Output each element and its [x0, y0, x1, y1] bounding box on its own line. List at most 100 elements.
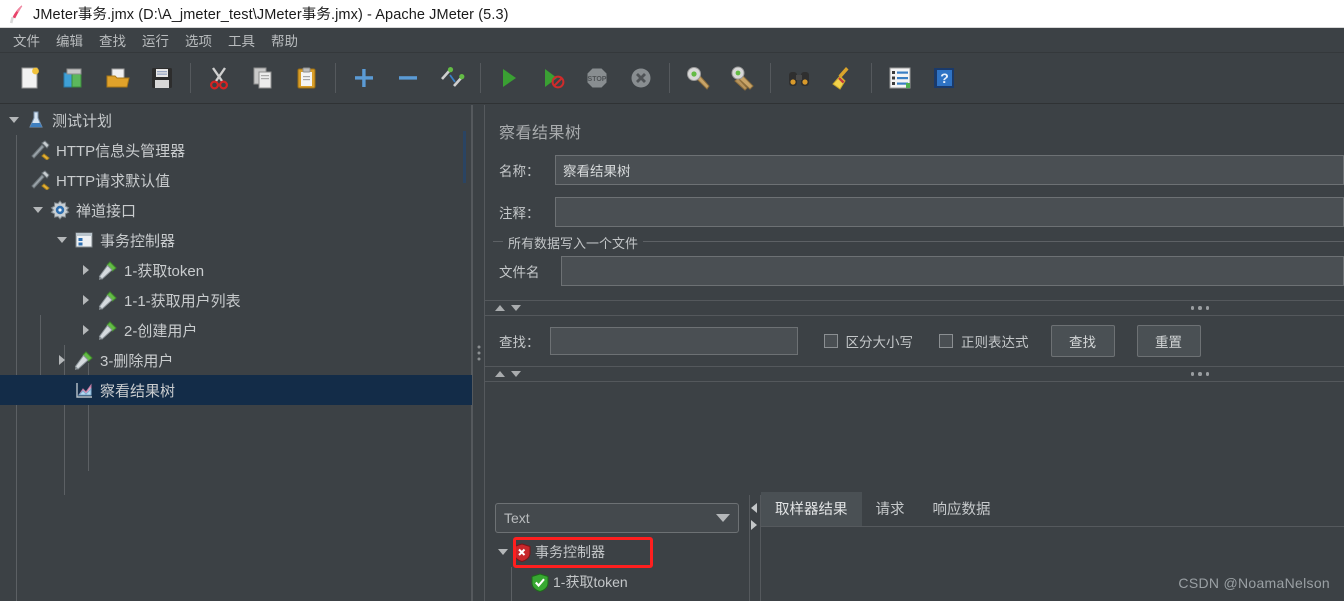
- svg-text:?: ?: [940, 70, 949, 86]
- comment-input[interactable]: [555, 197, 1344, 227]
- checkbox-box[interactable]: [823, 334, 838, 348]
- svg-text:STOP: STOP: [588, 76, 607, 83]
- tree-node-test-plan[interactable]: 测试计划: [0, 105, 472, 135]
- menu-tools[interactable]: 工具: [221, 28, 262, 52]
- toolbar-start[interactable]: [487, 57, 531, 99]
- tab-response-data[interactable]: 响应数据: [919, 492, 1005, 526]
- tab-sampler-result[interactable]: 取样器结果: [761, 492, 862, 526]
- tree-node-view-results-tree[interactable]: 察看结果树: [0, 375, 472, 405]
- jmeter-feather-icon: [8, 4, 25, 24]
- chevron-right-icon: [83, 325, 89, 335]
- filename-input[interactable]: [561, 256, 1344, 286]
- toolbar-clear-all[interactable]: [720, 57, 764, 99]
- transaction-controller-icon: [72, 229, 96, 251]
- toolbar-search-reset[interactable]: [821, 57, 865, 99]
- tree-toggle[interactable]: [52, 345, 72, 375]
- tree-toggle[interactable]: [4, 105, 24, 135]
- toolbar-function-helper[interactable]: [878, 57, 922, 99]
- results-rows: 事务控制器 1-获取token: [485, 537, 749, 601]
- chevron-down-icon[interactable]: [511, 305, 521, 311]
- toolbar-collapse-all[interactable]: [386, 57, 430, 99]
- result-row-sampler-1[interactable]: 1-获取token: [485, 567, 749, 597]
- test-plan-tree[interactable]: 测试计划 HTTP信息头管理器 HTTP请求默认值 禅道接口 事务控制器 1-获…: [0, 105, 472, 601]
- toolbar-copy[interactable]: [241, 57, 285, 99]
- tree-node-transaction-controller[interactable]: 事务控制器: [0, 225, 472, 255]
- comment-label: 注释：: [499, 206, 540, 221]
- search-bar: 查找： 区分大小写 正则表达式 查找 重置: [485, 316, 1344, 366]
- open-folder-icon: [105, 65, 131, 91]
- toolbar-templates[interactable]: [52, 57, 96, 99]
- chevron-down-icon[interactable]: [511, 371, 521, 377]
- tree-node-label: 1-1-获取用户列表: [124, 292, 241, 310]
- tree-node-header-manager[interactable]: HTTP信息头管理器: [0, 135, 472, 165]
- chevron-left-icon[interactable]: [751, 503, 757, 513]
- tree-toggle[interactable]: [76, 315, 96, 345]
- toolbar-clear[interactable]: [676, 57, 720, 99]
- toolbar-expand-all[interactable]: [342, 57, 386, 99]
- toolbar-toggle[interactable]: [430, 57, 474, 99]
- menu-run[interactable]: 运行: [135, 28, 176, 52]
- jmeter-window: JMeter事务.jmx (D:\A_jmeter_test\JMeter事务.…: [0, 0, 1344, 601]
- tree-node-thread-group[interactable]: 禅道接口: [0, 195, 472, 225]
- toolbar-paste[interactable]: [285, 57, 329, 99]
- toolbar-shutdown[interactable]: [619, 57, 663, 99]
- chevron-up-icon[interactable]: [495, 371, 505, 377]
- checkbox-box[interactable]: [939, 334, 953, 348]
- title-bar: JMeter事务.jmx (D:\A_jmeter_test\JMeter事务.…: [0, 0, 1344, 28]
- chevron-up-icon[interactable]: [495, 305, 505, 311]
- results-splitter[interactable]: [750, 495, 761, 601]
- toolbar-save[interactable]: [140, 57, 184, 99]
- toolbar-open[interactable]: [96, 57, 140, 99]
- toolbar-stop[interactable]: STOP: [575, 57, 619, 99]
- menu-file[interactable]: 文件: [6, 28, 47, 52]
- view-results-tree-icon: [72, 379, 96, 401]
- toolbar-separator: [480, 63, 481, 93]
- regex-checkbox[interactable]: 正则表达式: [939, 331, 1029, 351]
- header-manager-icon: [28, 139, 52, 161]
- chevron-right-icon: [83, 295, 89, 305]
- tree-node-sampler-2[interactable]: 1-1-获取用户列表: [0, 285, 472, 315]
- search-input[interactable]: [549, 327, 798, 355]
- result-toggle[interactable]: [493, 537, 513, 567]
- chevron-right-icon: [59, 355, 65, 365]
- reset-button[interactable]: 重置: [1136, 325, 1201, 357]
- menu-search[interactable]: 查找: [92, 28, 133, 52]
- tree-toggle[interactable]: [76, 285, 96, 315]
- collapse-arrows[interactable]: [485, 305, 521, 311]
- tab-strip: 取样器结果 请求 响应数据: [761, 492, 1344, 527]
- chevron-down-icon[interactable]: [716, 514, 730, 522]
- page-title: 察看结果树: [499, 125, 582, 142]
- search-button[interactable]: 查找: [1050, 325, 1115, 357]
- filename-label: 文件名: [499, 265, 540, 280]
- menu-edit[interactable]: 编辑: [49, 28, 90, 52]
- toolbar-cut[interactable]: [197, 57, 241, 99]
- result-row-label: 1-获取token: [553, 574, 628, 590]
- toolbar-search[interactable]: [777, 57, 821, 99]
- renderer-combo[interactable]: Text: [495, 503, 739, 533]
- collapse-strip-results[interactable]: [485, 366, 1344, 382]
- tree-toggle[interactable]: [28, 195, 48, 225]
- toolbar-start-no-pauses[interactable]: [531, 57, 575, 99]
- collapse-arrows[interactable]: [485, 371, 521, 377]
- tree-node-http-defaults[interactable]: HTTP请求默认值: [0, 165, 472, 195]
- toolbar-separator: [669, 63, 670, 93]
- chevron-right-icon[interactable]: [751, 520, 757, 530]
- menu-help[interactable]: 帮助: [264, 28, 305, 52]
- name-input[interactable]: 察看结果树: [555, 155, 1344, 185]
- case-sensitive-checkbox[interactable]: 区分大小写: [823, 331, 913, 351]
- menu-options[interactable]: 选项: [178, 28, 219, 52]
- tree-toggle[interactable]: [76, 255, 96, 285]
- tree-node-sampler-4[interactable]: 3-删除用户: [0, 345, 472, 375]
- tree-toggle[interactable]: [52, 225, 72, 255]
- main-splitter[interactable]: [472, 105, 485, 601]
- tree-node-label: HTTP信息头管理器: [56, 142, 186, 160]
- result-row-sampler-2[interactable]: 1-1-获取用户列表: [485, 597, 749, 601]
- collapse-strip-search[interactable]: [485, 300, 1344, 316]
- tree-node-sampler-3[interactable]: 2-创建用户: [0, 315, 472, 345]
- tree-node-sampler-1[interactable]: 1-获取token: [0, 255, 472, 285]
- results-tree[interactable]: Text 事务控制器 1-获取token: [485, 495, 750, 601]
- toolbar-new[interactable]: [8, 57, 52, 99]
- result-row-transaction-controller[interactable]: 事务控制器: [485, 537, 749, 567]
- tab-request[interactable]: 请求: [862, 492, 919, 526]
- toolbar-help[interactable]: ?: [922, 57, 966, 99]
